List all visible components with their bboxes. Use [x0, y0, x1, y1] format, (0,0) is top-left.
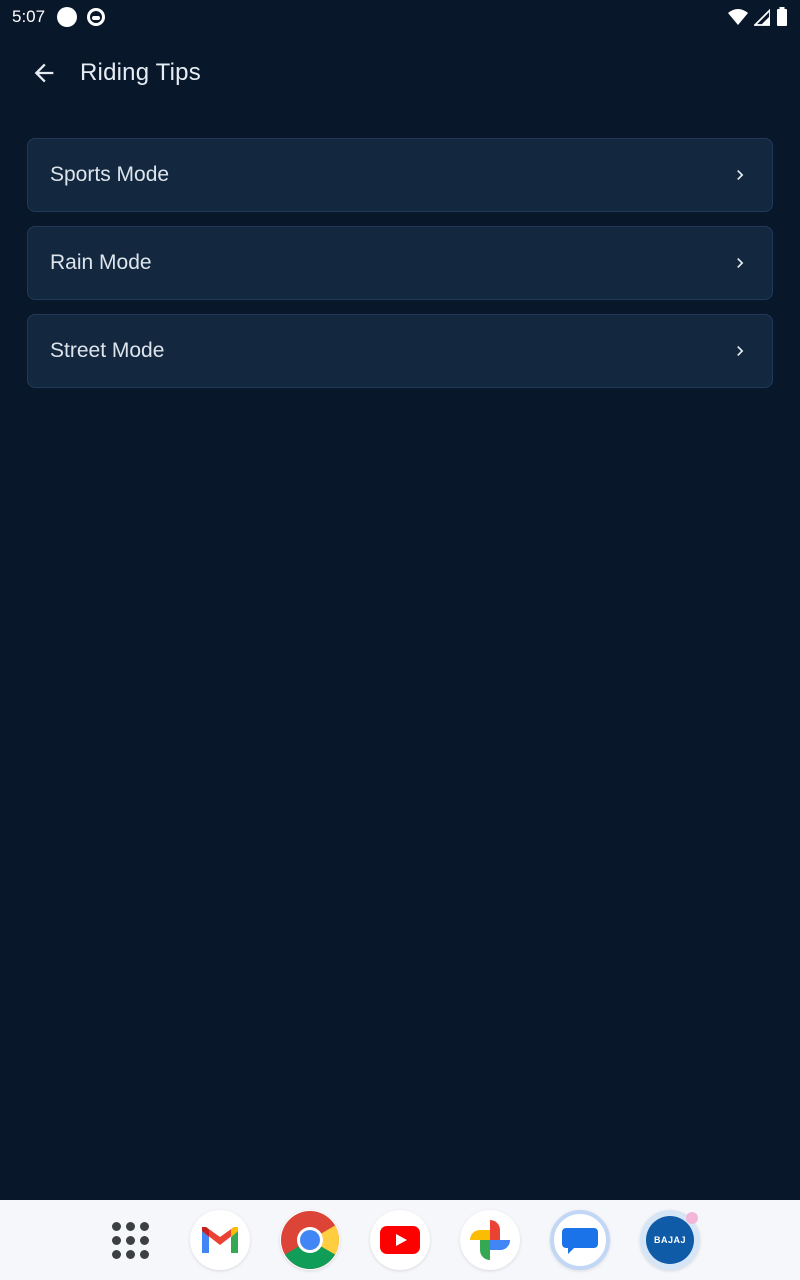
- bajaj-logo-text: BAJAJ: [653, 1235, 686, 1245]
- page-title: Riding Tips: [80, 59, 201, 86]
- tip-item-rain-mode[interactable]: Rain Mode: [27, 226, 773, 300]
- youtube-app[interactable]: [370, 1210, 430, 1270]
- signal-icon: [754, 8, 770, 26]
- messages-app[interactable]: [550, 1210, 610, 1270]
- chevron-right-icon: [730, 253, 750, 273]
- app-drawer-icon: [111, 1221, 149, 1259]
- app-bar: Riding Tips: [0, 40, 800, 106]
- youtube-icon: [380, 1226, 420, 1254]
- notification-dot-icon: [57, 7, 78, 27]
- chrome-icon: [281, 1211, 339, 1269]
- tip-item-label: Sports Mode: [50, 163, 170, 186]
- gmail-app[interactable]: [190, 1210, 250, 1270]
- bajaj-ride-connect-icon: BAJAJ: [646, 1216, 694, 1264]
- app-dock: BAJAJ: [0, 1200, 800, 1280]
- notification-app-icon: [87, 8, 106, 26]
- chrome-app[interactable]: [280, 1210, 340, 1270]
- tip-item-label: Rain Mode: [50, 251, 152, 274]
- gmail-icon: [202, 1227, 238, 1253]
- tip-item-street-mode[interactable]: Street Mode: [27, 314, 773, 388]
- riding-tips-list: Sports Mode Rain Mode Street Mode: [27, 138, 773, 402]
- back-button[interactable]: [14, 43, 74, 103]
- messages-icon: [562, 1228, 598, 1254]
- arrow-back-icon: [34, 63, 54, 83]
- chevron-right-icon: [730, 165, 750, 185]
- chevron-right-icon: [730, 341, 750, 361]
- tip-item-sports-mode[interactable]: Sports Mode: [27, 138, 773, 212]
- tip-item-label: Street Mode: [50, 339, 165, 362]
- wifi-icon: [728, 9, 748, 25]
- status-bar: 5:07: [0, 0, 800, 34]
- battery-icon: [777, 7, 787, 26]
- status-time: 5:07: [12, 7, 46, 26]
- photos-app[interactable]: [460, 1210, 520, 1270]
- notification-badge: [686, 1212, 698, 1224]
- photos-icon: [470, 1220, 510, 1260]
- bajaj-ride-connect-app[interactable]: BAJAJ: [640, 1210, 700, 1270]
- status-icons: [728, 7, 788, 27]
- app-drawer-button[interactable]: [100, 1210, 160, 1270]
